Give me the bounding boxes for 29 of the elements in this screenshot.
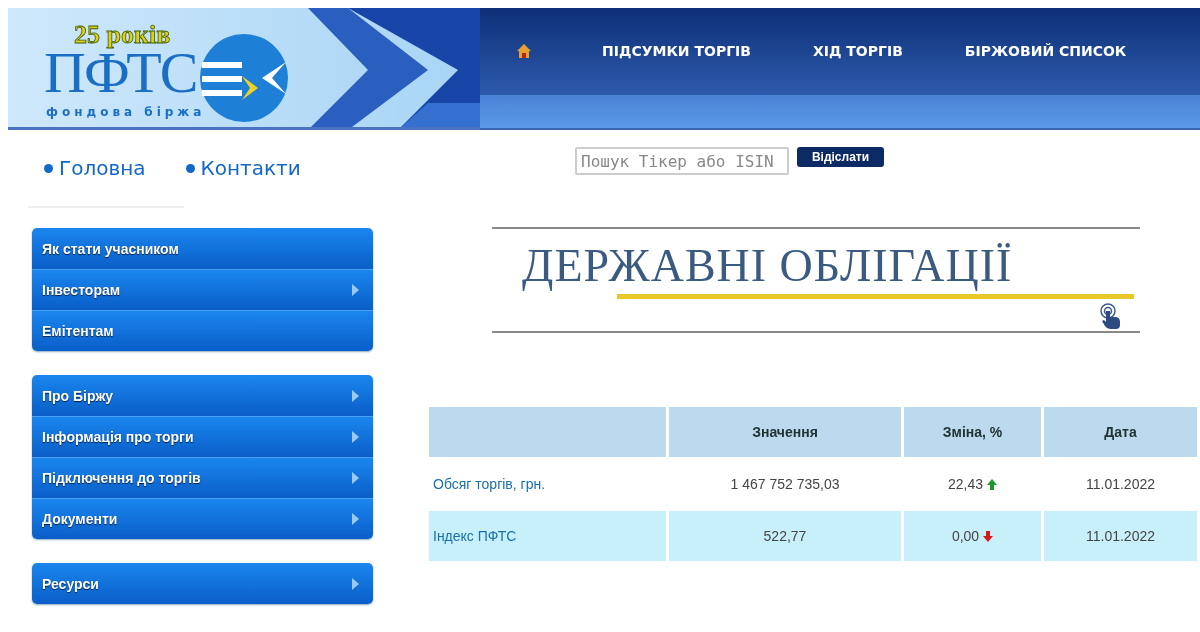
menu-item[interactable]: Документи <box>32 498 373 539</box>
row-label-link[interactable]: Індекс ПФТС <box>429 511 666 563</box>
top-link[interactable]: Контакти <box>185 156 301 180</box>
menu-item[interactable]: Ресурси <box>32 563 373 604</box>
search-field[interactable]: Пошук Тікер або ISIN <box>575 147 789 175</box>
menu-item[interactable]: Інвесторам <box>32 269 373 310</box>
home-icon[interactable] <box>516 43 532 59</box>
banner[interactable]: ДЕРЖАВНІ ОБЛІГАЦІЇ <box>492 227 1140 333</box>
banner-title: ДЕРЖАВНІ ОБЛІГАЦІЇ <box>522 239 1013 292</box>
pointer-hand-icon <box>1100 303 1122 329</box>
nav-link[interactable]: БІРЖОВИЙ СПИСОК <box>964 43 1127 59</box>
nav-link[interactable]: ПІДСУМКИ ТОРГІВ <box>602 43 751 59</box>
table-cell: 11.01.2022 <box>1044 511 1197 563</box>
change-value: 0,00 <box>951 528 980 544</box>
change-value: 22,43 <box>947 476 983 492</box>
menu-item[interactable]: Інформація про торги <box>32 416 373 457</box>
menu-item[interactable]: Емітентам <box>32 310 373 351</box>
column-header: Дата <box>1044 407 1197 459</box>
anniversary-label: 25 років <box>74 20 171 50</box>
menu-item[interactable]: Підключення до торгів <box>32 457 373 498</box>
table-cell: 522,77 <box>669 511 901 563</box>
submit-button[interactable]: Відіслати <box>797 147 884 167</box>
menu-item[interactable]: Про Біржу <box>32 375 373 416</box>
logo-subtitle: фондова біржа <box>46 105 206 119</box>
nav-link[interactable]: ХІД ТОРГІВ <box>812 43 903 59</box>
top-link[interactable]: Головна <box>44 156 146 180</box>
column-header: Значення <box>669 407 901 459</box>
menu-item[interactable]: Як стати учасником <box>32 228 373 269</box>
column-header: Зміна, % <box>904 407 1041 459</box>
